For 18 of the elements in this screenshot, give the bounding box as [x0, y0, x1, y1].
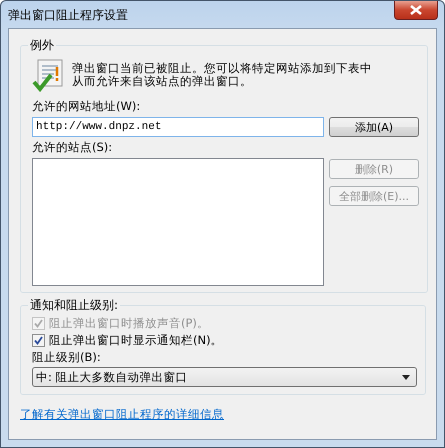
- document-check-icon: [32, 58, 64, 92]
- level-label: 阻止级别(B):: [32, 350, 102, 365]
- sites-label: 允许的站点(S):: [32, 140, 114, 155]
- address-field[interactable]: http://www.dnpz.net: [32, 117, 324, 137]
- group-title: 例外: [29, 37, 55, 54]
- level-dropdown[interactable]: 中: 阻止大多数自动弹出窗口: [32, 367, 417, 387]
- help-link[interactable]: 了解有关弹出窗口阻止程序的详细信息: [20, 407, 224, 422]
- close-button[interactable]: [394, 1, 438, 20]
- address-label: 允许的网站地址(W):: [32, 99, 142, 114]
- info-message: 弹出窗口当前已被阻止。您可以将特定网站添加到下表中从而允许来自该站点的弹出窗口。: [72, 62, 372, 88]
- group-title: 通知和阻止级别:: [29, 297, 120, 314]
- sites-list[interactable]: [32, 158, 324, 286]
- window-title: 弹出窗口阻止程序设置: [8, 7, 128, 24]
- add-button[interactable]: 添加(A): [329, 117, 419, 137]
- dropdown-arrow-icon: [402, 374, 410, 380]
- close-icon: [410, 5, 422, 15]
- checkbox-option[interactable]: 阻止弹出窗口时显示通知栏(N)。: [32, 333, 417, 348]
- checkbox[interactable]: [32, 334, 45, 347]
